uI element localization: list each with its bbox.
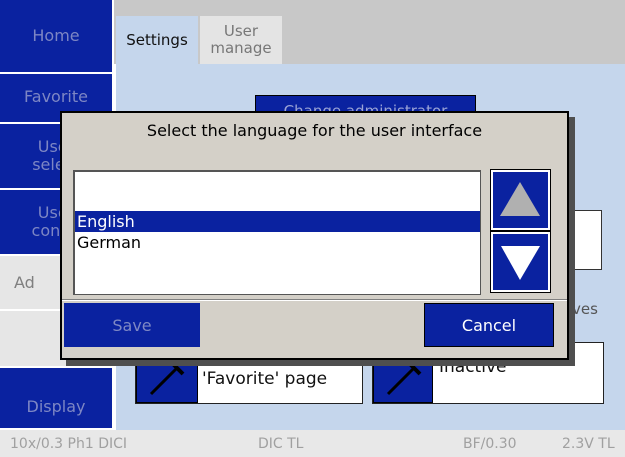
language-listbox[interactable]: English German (73, 170, 481, 295)
status-objective: 10x/0.3 Ph1 DICI (10, 436, 128, 452)
save-button[interactable]: Save (64, 303, 200, 347)
list-item[interactable]: German (75, 232, 480, 253)
tab-user-manage[interactable]: User manage (200, 16, 282, 64)
scroll-up-button[interactable] (490, 169, 551, 231)
saves-label: ves (572, 300, 598, 318)
dialog-separator (62, 299, 567, 301)
user-defined-label-line2: 'Favorite' page (202, 369, 328, 389)
status-voltage: 2.3V TL (562, 436, 615, 452)
dialog-title: Select the language for the user interfa… (146, 121, 483, 140)
tab-settings[interactable]: Settings (116, 16, 198, 64)
up-triangle-icon (500, 182, 540, 216)
down-triangle-icon (501, 246, 540, 280)
inactive-label: Inactive (439, 357, 507, 377)
language-dialog: Select the language for the user interfa… (60, 111, 569, 360)
list-item[interactable] (75, 190, 480, 211)
nav-display-button[interactable]: Display (0, 368, 114, 430)
list-item-selected[interactable]: English (75, 211, 480, 232)
cancel-button[interactable]: Cancel (424, 303, 554, 347)
scroll-down-button[interactable] (490, 231, 551, 293)
status-dic: DIC TL (258, 436, 304, 452)
nav-home-button[interactable]: Home (0, 0, 114, 74)
status-bf: BF/0.30 (463, 436, 517, 452)
status-bar: 10x/0.3 Ph1 DICI DIC TL BF/0.30 2.3V TL (0, 430, 625, 457)
